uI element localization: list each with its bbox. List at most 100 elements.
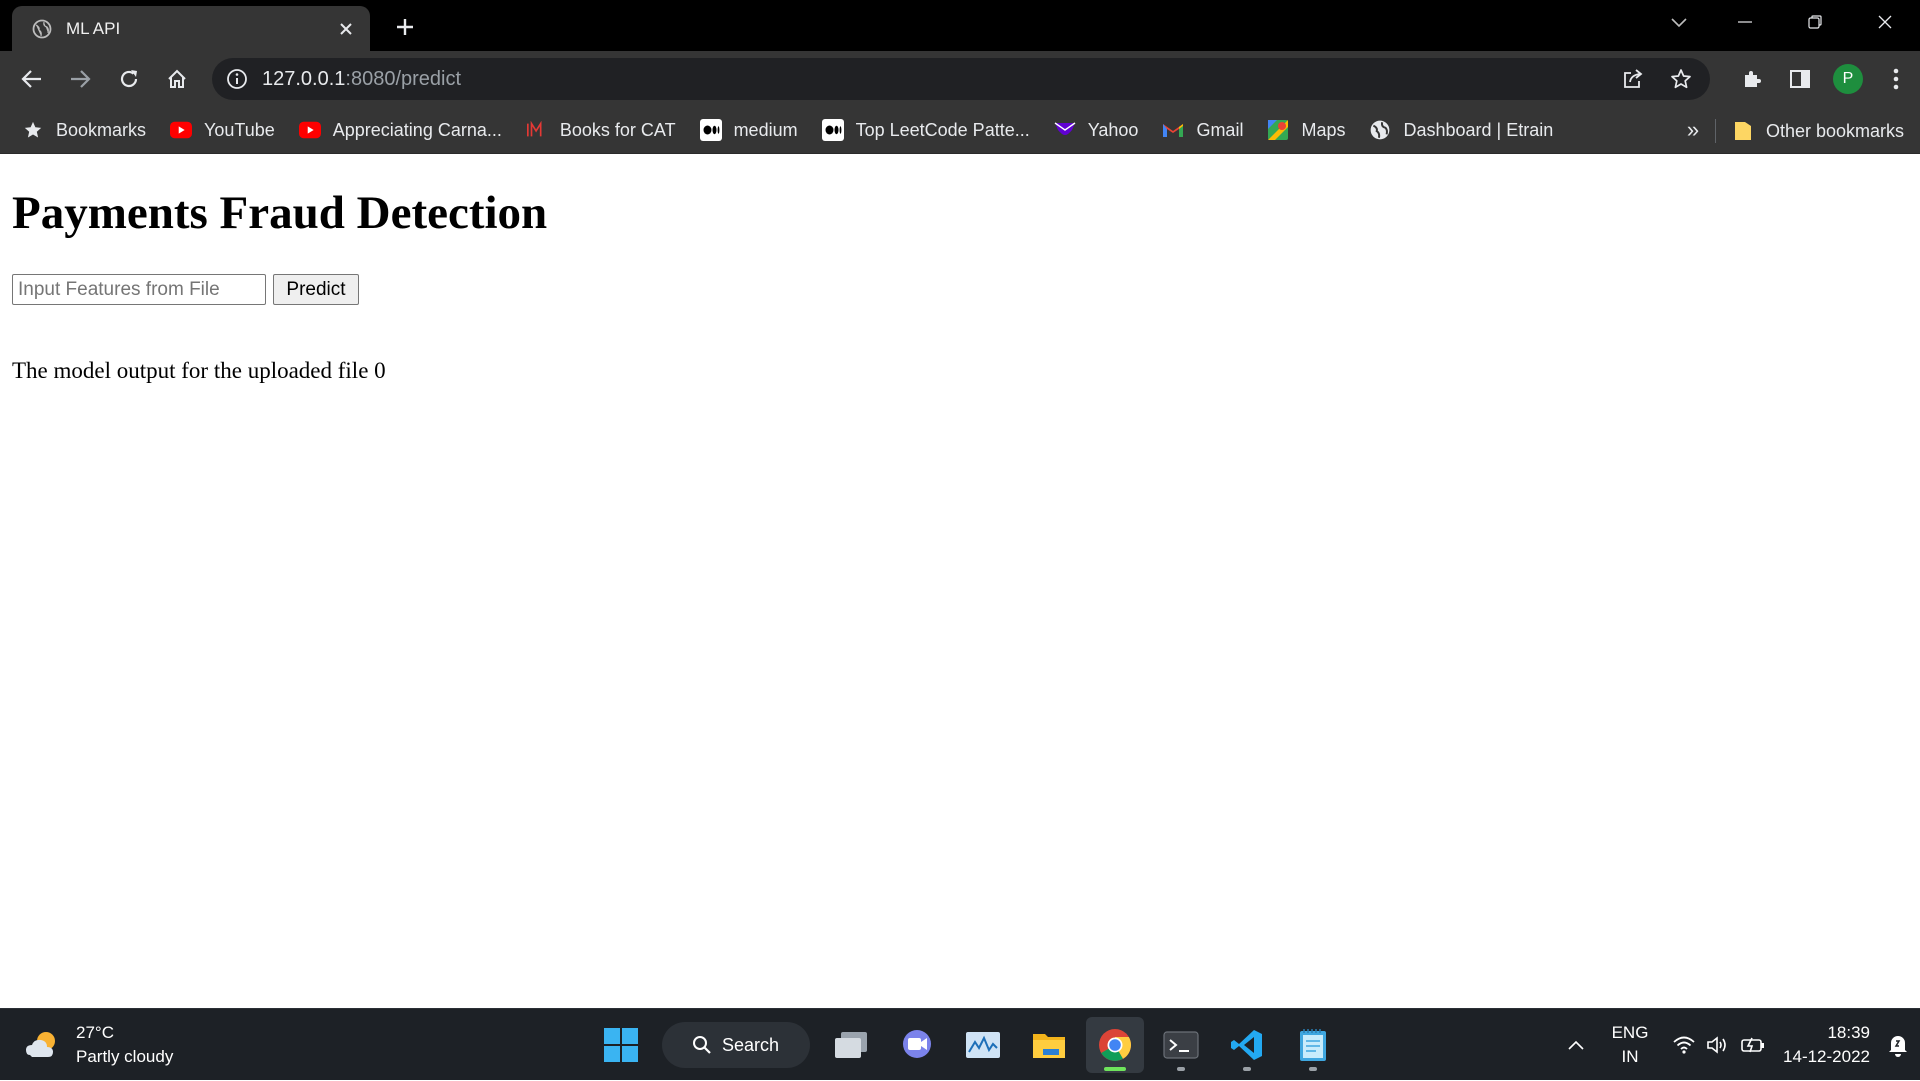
bookmark-yahoo[interactable]: Yahoo <box>1042 112 1151 148</box>
bookmark-leetcode[interactable]: Top LeetCode Patte... <box>810 112 1042 148</box>
avatar-initial: P <box>1833 64 1863 94</box>
bookmark-label: medium <box>733 119 798 140</box>
bookmark-label: Bookmarks <box>56 119 147 140</box>
star-icon <box>22 119 44 141</box>
active-app-indicator <box>1104 1067 1126 1071</box>
bookmark-gmail[interactable]: Gmail <box>1150 112 1255 148</box>
bookmark-appreciating[interactable]: Appreciating Carna... <box>287 112 514 148</box>
minimize-icon[interactable] <box>1710 0 1780 44</box>
running-app-indicator <box>1177 1067 1185 1071</box>
weather-widget[interactable]: 27°C Partly cloudy <box>24 1021 173 1069</box>
search-icon <box>692 1035 712 1055</box>
model-output-text: The model output for the uploaded file 0 <box>12 358 386 383</box>
back-arrow-icon[interactable] <box>16 63 48 95</box>
globe-icon <box>1369 119 1391 141</box>
other-bookmarks-folder[interactable]: Other bookmarks <box>1720 113 1916 149</box>
volume-icon <box>1706 1035 1730 1055</box>
browser-tab-strip: ML API <box>0 0 1920 51</box>
bookmark-dashboard-etrain[interactable]: Dashboard | Etrain <box>1357 112 1565 148</box>
bookmark-star-icon[interactable] <box>1664 63 1698 95</box>
task-view-icon[interactable] <box>822 1017 880 1073</box>
gmail-icon <box>1162 119 1184 141</box>
vscode-icon[interactable] <box>1218 1017 1276 1073</box>
bookmark-medium[interactable]: medium <box>688 112 810 148</box>
home-icon[interactable] <box>161 63 193 95</box>
notifications-bell-icon[interactable] <box>1876 1009 1920 1081</box>
bookmarks-bar: Bookmarks YouTube Appreciating Carna... … <box>0 107 1920 154</box>
web-page: Payments Fraud Detection Predict The mod… <box>0 155 1920 1008</box>
file-explorer-icon[interactable] <box>1020 1017 1078 1073</box>
resource-monitor-icon[interactable] <box>954 1017 1012 1073</box>
feature-file-input[interactable] <box>12 274 266 305</box>
share-icon[interactable] <box>1616 63 1650 95</box>
weather-temperature: 27°C <box>76 1023 114 1042</box>
menu-kebab-icon[interactable] <box>1872 61 1920 97</box>
url-host: 127.0.0.1 <box>262 67 346 90</box>
side-panel-icon[interactable] <box>1776 61 1824 97</box>
tab-search-chevron-icon[interactable] <box>1662 8 1696 38</box>
window-controls <box>1710 0 1920 44</box>
maps-icon <box>1267 119 1289 141</box>
predict-button[interactable]: Predict <box>273 274 359 305</box>
chrome-taskbar-icon[interactable] <box>1086 1017 1144 1073</box>
running-app-indicator <box>1243 1067 1251 1071</box>
bookmark-maps[interactable]: Maps <box>1255 112 1357 148</box>
notepad-icon[interactable] <box>1284 1017 1342 1073</box>
bookmark-label: Books for CAT <box>559 119 676 140</box>
new-tab-button[interactable] <box>390 12 420 42</box>
bookmark-label: Other bookmarks <box>1766 120 1905 141</box>
bookmarks-separator <box>1715 119 1716 143</box>
bookmark-label: Top LeetCode Patte... <box>855 119 1030 140</box>
bookmark-label: Maps <box>1301 119 1346 140</box>
extensions-icon[interactable] <box>1728 61 1776 97</box>
language-code: ENG <box>1611 1023 1649 1042</box>
globe-icon <box>32 19 52 39</box>
bookmark-label: Dashboard | Etrain <box>1403 119 1554 140</box>
terminal-icon[interactable] <box>1152 1017 1210 1073</box>
network-status[interactable] <box>1662 1009 1776 1081</box>
close-window-icon[interactable] <box>1850 0 1920 44</box>
partly-cloudy-icon <box>24 1027 62 1063</box>
address-bar[interactable]: 127.0.0.1:8080/predict <box>212 58 1710 100</box>
bookmark-label: Gmail <box>1196 119 1244 140</box>
battery-charging-icon <box>1740 1035 1766 1055</box>
start-button[interactable] <box>592 1017 650 1073</box>
restore-icon[interactable] <box>1780 0 1850 44</box>
browser-toolbar: 127.0.0.1:8080/predict P <box>0 51 1920 107</box>
bookmark-label: YouTube <box>204 119 275 140</box>
im-logo-icon <box>526 119 548 141</box>
wifi-icon <box>1672 1035 1696 1055</box>
bookmark-label: Appreciating Carna... <box>332 119 502 140</box>
reload-icon[interactable] <box>113 63 145 95</box>
url-path: :8080/predict <box>345 67 462 90</box>
tab-title: ML API <box>66 18 121 38</box>
clock-date: 14-12-2022 <box>1783 1047 1870 1066</box>
medium-icon <box>699 119 722 141</box>
youtube-icon <box>298 119 321 141</box>
teams-chat-icon[interactable] <box>888 1017 946 1073</box>
windows-taskbar: 27°C Partly cloudy Search ENG IN 18:39 1… <box>0 1008 1920 1080</box>
folder-icon <box>1732 120 1754 142</box>
search-label: Search <box>722 1034 780 1055</box>
youtube-icon <box>170 119 193 141</box>
forward-arrow-icon[interactable] <box>64 63 96 95</box>
clock[interactable]: 18:39 14-12-2022 <box>1776 1009 1876 1081</box>
page-title: Payments Fraud Detection <box>12 187 548 239</box>
taskbar-search[interactable]: Search <box>662 1022 810 1068</box>
site-info-icon[interactable] <box>226 68 248 90</box>
weather-description: Partly cloudy <box>76 1047 174 1066</box>
input-language[interactable]: ENG IN <box>1598 1009 1662 1081</box>
profile-avatar[interactable]: P <box>1824 61 1872 97</box>
more-bookmarks-button[interactable]: » <box>1676 113 1710 147</box>
show-hidden-icons-chevron-icon[interactable] <box>1554 1009 1598 1081</box>
close-tab-icon[interactable] <box>334 17 358 41</box>
bookmark-books-for-cat[interactable]: Books for CAT <box>514 112 688 148</box>
yahoo-icon <box>1054 119 1076 141</box>
bookmark-label: Yahoo <box>1087 119 1139 140</box>
bookmark-youtube[interactable]: YouTube <box>158 112 287 148</box>
browser-tab-active[interactable]: ML API <box>12 6 370 51</box>
region-code: IN <box>1621 1047 1639 1066</box>
system-tray: ENG IN 18:39 14-12-2022 <box>1554 1009 1920 1081</box>
running-app-indicator <box>1309 1067 1317 1071</box>
bookmark-bookmarks[interactable]: Bookmarks <box>10 112 158 148</box>
